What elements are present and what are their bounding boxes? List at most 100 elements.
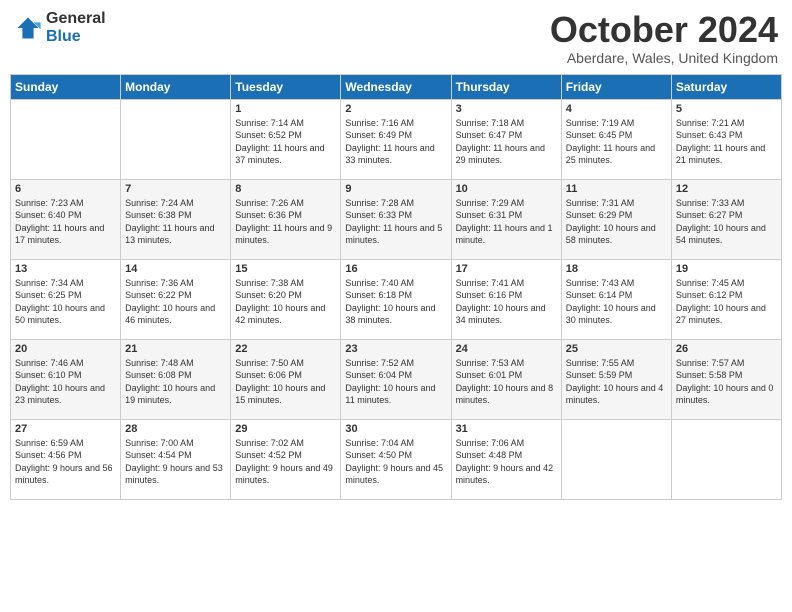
day-number: 3 (456, 103, 557, 115)
day-number: 12 (676, 183, 777, 195)
day-number: 22 (235, 343, 336, 355)
month-title: October 2024 (550, 10, 778, 50)
day-number: 10 (456, 183, 557, 195)
calendar-cell: 25 Sunrise: 7:55 AM Sunset: 5:59 PM Dayli… (561, 339, 671, 419)
calendar-cell: 16Sunrise: 7:40 AM Sunset: 6:18 PM Dayli… (341, 259, 451, 339)
day-number: 8 (235, 183, 336, 195)
calendar-cell: 3 Sunrise: 7:18 AM Sunset: 6:47 PM Daylig… (451, 99, 561, 179)
calendar-cell: 23Sunrise: 7:52 AM Sunset: 6:04 PM Dayli… (341, 339, 451, 419)
day-number: 5 (676, 103, 777, 115)
weekday-header: Thursday (451, 74, 561, 99)
weekday-header: Sunday (11, 74, 121, 99)
calendar-week-row: 20 Sunrise: 7:46 AM Sunset: 6:10 PM Dayli… (11, 339, 782, 419)
logo-general: General (46, 10, 106, 28)
page-header: General Blue October 2024 Aberdare, Wale… (10, 10, 782, 66)
weekday-header: Monday (121, 74, 231, 99)
weekday-header: Friday (561, 74, 671, 99)
day-number: 29 (235, 423, 336, 435)
day-number: 15 (235, 263, 336, 275)
calendar-cell: 10Sunrise: 7:29 AM Sunset: 6:31 PM Dayli… (451, 179, 561, 259)
day-detail: Sunrise: 7:57 AM Sunset: 5:58 PM Dayligh… (676, 357, 777, 407)
calendar-cell (671, 419, 781, 499)
calendar-cell: 22 Sunrise: 7:50 AM Sunset: 6:06 PM Dayli… (231, 339, 341, 419)
day-detail: Sunrise: 7:26 AM Sunset: 6:36 PM Dayligh… (235, 197, 336, 247)
logo-blue: Blue (46, 28, 106, 46)
calendar-cell (561, 419, 671, 499)
day-detail: Sunrise: 7:52 AM Sunset: 6:04 PM Dayligh… (345, 357, 446, 407)
weekday-header: Tuesday (231, 74, 341, 99)
day-detail: Sunrise: 7:48 AM Sunset: 6:08 PM Dayligh… (125, 357, 226, 407)
calendar-week-row: 13Sunrise: 7:34 AM Sunset: 6:25 PM Dayli… (11, 259, 782, 339)
calendar-cell: 27 Sunrise: 6:59 AM Sunset: 4:56 PM Dayli… (11, 419, 121, 499)
day-number: 14 (125, 263, 226, 275)
day-number: 13 (15, 263, 116, 275)
day-detail: Sunrise: 7:53 AM Sunset: 6:01 PM Dayligh… (456, 357, 557, 407)
calendar-cell: 30Sunrise: 7:04 AM Sunset: 4:50 PM Dayli… (341, 419, 451, 499)
day-number: 24 (456, 343, 557, 355)
logo-text: General Blue (46, 10, 106, 45)
day-detail: Sunrise: 7:43 AM Sunset: 6:14 PM Dayligh… (566, 277, 667, 327)
day-number: 2 (345, 103, 446, 115)
day-detail: Sunrise: 7:31 AM Sunset: 6:29 PM Dayligh… (566, 197, 667, 247)
calendar-cell (121, 99, 231, 179)
calendar-week-row: 27 Sunrise: 6:59 AM Sunset: 4:56 PM Dayli… (11, 419, 782, 499)
day-number: 31 (456, 423, 557, 435)
calendar-cell (11, 99, 121, 179)
calendar-week-row: 6Sunrise: 7:23 AM Sunset: 6:40 PM Daylig… (11, 179, 782, 259)
day-detail: Sunrise: 7:14 AM Sunset: 6:52 PM Dayligh… (235, 117, 336, 167)
day-number: 9 (345, 183, 446, 195)
day-detail: Sunrise: 7:19 AM Sunset: 6:45 PM Dayligh… (566, 117, 667, 167)
calendar-cell: 5 Sunrise: 7:21 AM Sunset: 6:43 PM Daylig… (671, 99, 781, 179)
day-detail: Sunrise: 7:38 AM Sunset: 6:20 PM Dayligh… (235, 277, 336, 327)
day-detail: Sunrise: 7:00 AM Sunset: 4:54 PM Dayligh… (125, 437, 226, 487)
calendar-cell: 8 Sunrise: 7:26 AM Sunset: 6:36 PM Daylig… (231, 179, 341, 259)
calendar-cell: 15 Sunrise: 7:38 AM Sunset: 6:20 PM Dayli… (231, 259, 341, 339)
weekday-header: Wednesday (341, 74, 451, 99)
calendar-cell: 11 Sunrise: 7:31 AM Sunset: 6:29 PM Dayli… (561, 179, 671, 259)
calendar-cell: 20 Sunrise: 7:46 AM Sunset: 6:10 PM Dayli… (11, 339, 121, 419)
day-detail: Sunrise: 7:18 AM Sunset: 6:47 PM Dayligh… (456, 117, 557, 167)
day-detail: Sunrise: 7:33 AM Sunset: 6:27 PM Dayligh… (676, 197, 777, 247)
day-detail: Sunrise: 7:06 AM Sunset: 4:48 PM Dayligh… (456, 437, 557, 487)
day-detail: Sunrise: 7:04 AM Sunset: 4:50 PM Dayligh… (345, 437, 446, 487)
day-number: 25 (566, 343, 667, 355)
day-detail: Sunrise: 7:21 AM Sunset: 6:43 PM Dayligh… (676, 117, 777, 167)
day-number: 27 (15, 423, 116, 435)
calendar-cell: 19Sunrise: 7:45 AM Sunset: 6:12 PM Dayli… (671, 259, 781, 339)
day-number: 4 (566, 103, 667, 115)
day-detail: Sunrise: 7:02 AM Sunset: 4:52 PM Dayligh… (235, 437, 336, 487)
calendar-cell: 14 Sunrise: 7:36 AM Sunset: 6:22 PM Dayli… (121, 259, 231, 339)
calendar-week-row: 1 Sunrise: 7:14 AM Sunset: 6:52 PM Daylig… (11, 99, 782, 179)
day-number: 21 (125, 343, 226, 355)
day-detail: Sunrise: 7:16 AM Sunset: 6:49 PM Dayligh… (345, 117, 446, 167)
day-detail: Sunrise: 7:50 AM Sunset: 6:06 PM Dayligh… (235, 357, 336, 407)
day-detail: Sunrise: 7:46 AM Sunset: 6:10 PM Dayligh… (15, 357, 116, 407)
calendar-cell: 9 Sunrise: 7:28 AM Sunset: 6:33 PM Daylig… (341, 179, 451, 259)
calendar-cell: 6Sunrise: 7:23 AM Sunset: 6:40 PM Daylig… (11, 179, 121, 259)
calendar-cell: 28 Sunrise: 7:00 AM Sunset: 4:54 PM Dayli… (121, 419, 231, 499)
day-detail: Sunrise: 7:24 AM Sunset: 6:38 PM Dayligh… (125, 197, 226, 247)
day-detail: Sunrise: 6:59 AM Sunset: 4:56 PM Dayligh… (15, 437, 116, 487)
day-number: 7 (125, 183, 226, 195)
calendar-header-row: SundayMondayTuesdayWednesdayThursdayFrid… (11, 74, 782, 99)
day-number: 11 (566, 183, 667, 195)
calendar-cell: 18Sunrise: 7:43 AM Sunset: 6:14 PM Dayli… (561, 259, 671, 339)
day-detail: Sunrise: 7:28 AM Sunset: 6:33 PM Dayligh… (345, 197, 446, 247)
day-number: 20 (15, 343, 116, 355)
calendar-cell: 17Sunrise: 7:41 AM Sunset: 6:16 PM Dayli… (451, 259, 561, 339)
calendar-cell: 7 Sunrise: 7:24 AM Sunset: 6:38 PM Daylig… (121, 179, 231, 259)
title-block: October 2024 Aberdare, Wales, United Kin… (550, 10, 778, 66)
calendar-cell: 1 Sunrise: 7:14 AM Sunset: 6:52 PM Daylig… (231, 99, 341, 179)
calendar-cell: 4 Sunrise: 7:19 AM Sunset: 6:45 PM Daylig… (561, 99, 671, 179)
day-detail: Sunrise: 7:23 AM Sunset: 6:40 PM Dayligh… (15, 197, 116, 247)
calendar-cell: 21 Sunrise: 7:48 AM Sunset: 6:08 PM Dayli… (121, 339, 231, 419)
day-number: 1 (235, 103, 336, 115)
day-number: 28 (125, 423, 226, 435)
location: Aberdare, Wales, United Kingdom (550, 50, 778, 66)
day-detail: Sunrise: 7:41 AM Sunset: 6:16 PM Dayligh… (456, 277, 557, 327)
logo-icon (14, 14, 42, 42)
logo: General Blue (14, 10, 106, 45)
day-detail: Sunrise: 7:55 AM Sunset: 5:59 PM Dayligh… (566, 357, 667, 407)
day-detail: Sunrise: 7:36 AM Sunset: 6:22 PM Dayligh… (125, 277, 226, 327)
calendar-cell: 26Sunrise: 7:57 AM Sunset: 5:58 PM Dayli… (671, 339, 781, 419)
